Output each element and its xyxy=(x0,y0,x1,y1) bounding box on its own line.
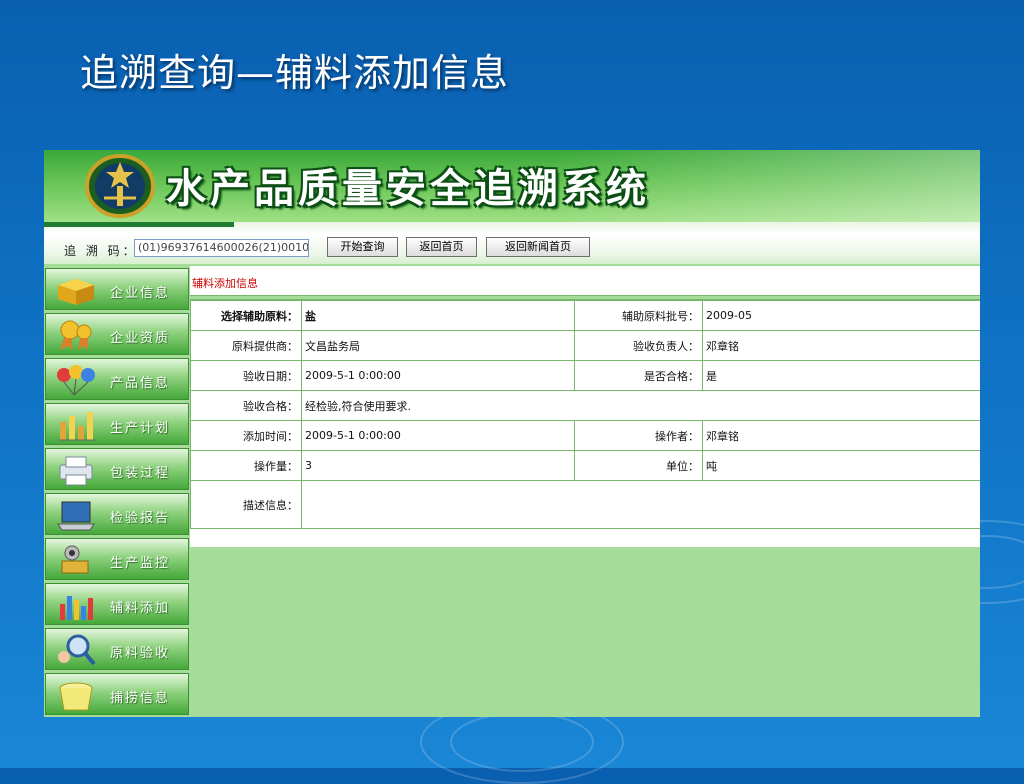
supplier-label: 原料提供商： xyxy=(190,330,302,361)
table-row: 原料提供商： 文昌盐务局 验收负责人： 邓章铭 xyxy=(190,330,980,361)
trace-code-input[interactable]: (01)96937614600026(21)0010501 xyxy=(134,239,309,257)
water-ripple xyxy=(450,712,594,772)
table-row: 验收合格： 经检验,符合使用要求. xyxy=(190,390,980,421)
sidebar-item-inspection-report[interactable]: 检验报告 xyxy=(45,493,189,535)
box-icon xyxy=(58,279,94,305)
table-row: 选择辅助原料： 盐 辅助原料批号： 2009-05 xyxy=(190,300,980,331)
accept-result-value: 经检验,符合使用要求. xyxy=(301,390,980,421)
news-home-button[interactable]: 返回新闻首页 xyxy=(486,237,590,257)
accept-result-label: 验收合格： xyxy=(190,390,302,421)
medal-icon xyxy=(60,320,92,350)
sidebar-item-company-info[interactable]: 企业信息 xyxy=(45,268,189,310)
header-banner: 水产品质量安全追溯系统 xyxy=(44,150,980,222)
home-button[interactable]: 返回首页 xyxy=(406,237,477,257)
sidebar-item-accessory-add[interactable]: 辅料添加 xyxy=(45,583,189,625)
sidebar: 企业信息 企业资质 产品信息 生产计划 包装过程 检验报告 生产监控 辅料添加 xyxy=(44,266,190,717)
monitor-icon xyxy=(61,545,89,574)
laptop-icon xyxy=(57,501,95,531)
main-content: 辅料添加信息 选择辅助原料： 盐 辅助原料批号： 2009-05 原料提供商： … xyxy=(190,266,980,717)
emblem-icon xyxy=(85,154,155,218)
sidebar-item-production-monitor[interactable]: 生产监控 xyxy=(45,538,189,580)
breadcrumb: 辅料添加信息 xyxy=(190,266,980,296)
stats-icon xyxy=(60,596,93,620)
basket-icon xyxy=(59,682,93,711)
table-row: 操作量： 3 单位： 吨 xyxy=(190,450,980,481)
detail-table: 选择辅助原料： 盐 辅助原料批号： 2009-05 原料提供商： 文昌盐务局 验… xyxy=(190,299,980,548)
supplier-value: 文昌盐务局 xyxy=(301,330,575,361)
magnifier-icon xyxy=(58,634,96,666)
accept-date-label: 验收日期： xyxy=(190,360,302,391)
system-title: 水产品质量安全追溯系统 xyxy=(166,166,650,212)
sidebar-item-product-info[interactable]: 产品信息 xyxy=(45,358,189,400)
table-row: 验收日期： 2009-5-1 0:00:00 是否合格： 是 xyxy=(190,360,980,391)
accept-date-value: 2009-5-1 0:00:00 xyxy=(301,360,575,391)
search-bar: 追 溯 码： (01)96937614600026(21)0010501 开始查… xyxy=(44,234,980,264)
printer-icon xyxy=(59,456,93,486)
table-row: 添加时间： 2009-5-1 0:00:00 操作者： 邓章铭 xyxy=(190,420,980,451)
description-value xyxy=(301,480,980,529)
content-empty-area xyxy=(190,547,980,717)
quantity-value: 3 xyxy=(301,450,575,481)
sidebar-item-fishing-info[interactable]: 捕捞信息 xyxy=(45,673,189,715)
trace-code-label: 追 溯 码： xyxy=(64,244,138,258)
balloons-icon xyxy=(57,365,95,396)
sidebar-item-packaging[interactable]: 包装过程 xyxy=(45,448,189,490)
batch-value: 2009-05 xyxy=(702,300,980,331)
unit-label: 单位： xyxy=(574,450,703,481)
unit-value: 吨 xyxy=(702,450,980,481)
operator-value: 邓章铭 xyxy=(702,420,980,451)
bar-chart-icon xyxy=(58,412,96,441)
qualified-value: 是 xyxy=(702,360,980,391)
operator-label: 操作者： xyxy=(574,420,703,451)
app-window: 水产品质量安全追溯系统 追 溯 码： (01)96937614600026(21… xyxy=(44,150,980,717)
inspector-label: 验收负责人： xyxy=(574,330,703,361)
sidebar-item-production-plan[interactable]: 生产计划 xyxy=(45,403,189,445)
added-time-label: 添加时间： xyxy=(190,420,302,451)
qualified-label: 是否合格： xyxy=(574,360,703,391)
query-button[interactable]: 开始查询 xyxy=(327,237,398,257)
description-label: 描述信息： xyxy=(190,480,302,529)
breadcrumb-label: 辅料添加信息 xyxy=(192,277,258,290)
added-time-value: 2009-5-1 0:00:00 xyxy=(301,420,575,451)
table-row: 描述信息： xyxy=(190,480,980,529)
quantity-label: 操作量： xyxy=(190,450,302,481)
slide-title: 追溯查询—辅料添加信息 xyxy=(80,51,510,95)
material-value: 盐 xyxy=(301,300,575,331)
sidebar-item-company-qualification[interactable]: 企业资质 xyxy=(45,313,189,355)
batch-label: 辅助原料批号： xyxy=(574,300,703,331)
sidebar-item-material-acceptance[interactable]: 原料验收 xyxy=(45,628,189,670)
inspector-value: 邓章铭 xyxy=(702,330,980,361)
material-label: 选择辅助原料： xyxy=(190,300,302,331)
